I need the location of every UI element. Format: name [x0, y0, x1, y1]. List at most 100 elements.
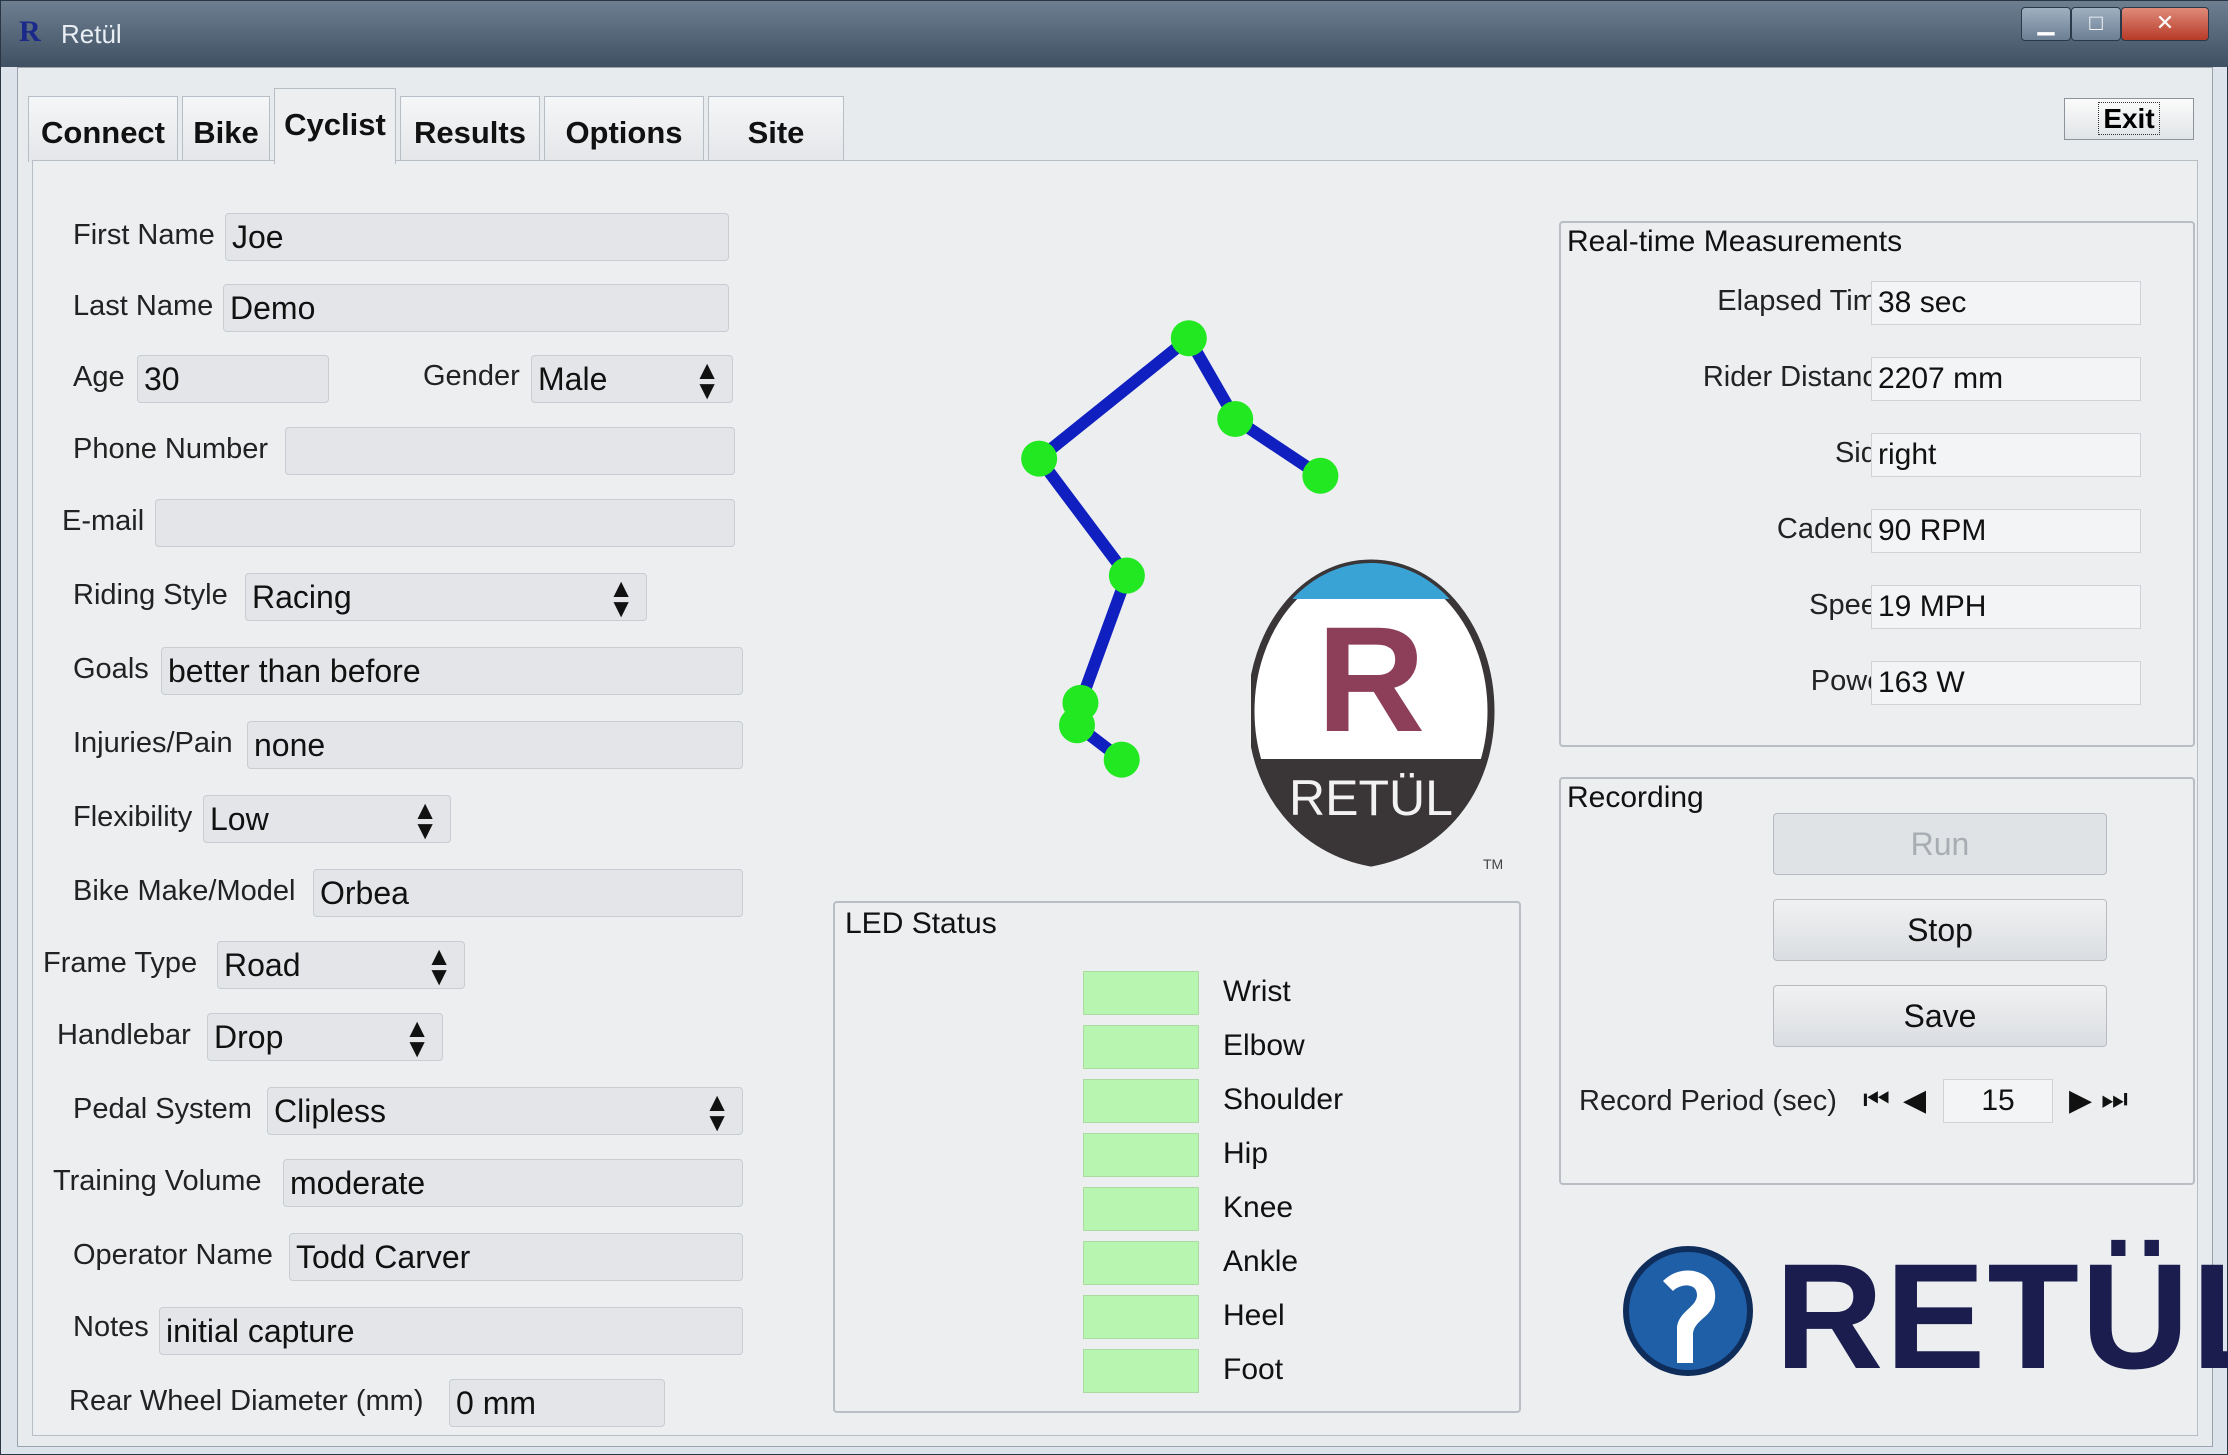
rear-wheel-field[interactable]: 0 mm — [449, 1379, 665, 1427]
goals-field[interactable]: better than before — [161, 647, 743, 695]
frame-type-value: Road — [224, 947, 301, 983]
notes-field[interactable]: initial capture — [159, 1307, 743, 1355]
operator-name-field[interactable]: Todd Carver — [289, 1233, 743, 1281]
retul-badge: R RETÜL TM — [1251, 559, 1503, 872]
riding-style-select[interactable]: Racing ▲ ▼ — [245, 573, 647, 621]
led-indicator — [1083, 1349, 1199, 1393]
skeleton-segment — [1035, 333, 1193, 464]
measurement-value: right — [1871, 433, 2141, 477]
stop-button[interactable]: Stop — [1773, 899, 2107, 961]
select-arrow-icon: ▲ ▼ — [426, 941, 452, 991]
goals-label: Goals — [73, 653, 149, 685]
record-period-field[interactable]: 15 — [1943, 1079, 2053, 1123]
flexibility-value: Low — [210, 801, 269, 837]
next-icon[interactable]: ▶ — [2069, 1083, 2092, 1118]
led-label: Wrist — [1223, 975, 1291, 1008]
led-label: Ankle — [1223, 1245, 1299, 1278]
badge-text: RETÜL — [1289, 770, 1453, 826]
injuries-field[interactable]: none — [247, 721, 743, 769]
led-label: Foot — [1223, 1353, 1284, 1386]
phone-label: Phone Number — [73, 433, 269, 465]
led-label: Hip — [1223, 1137, 1269, 1170]
prev-icon[interactable]: ◀ — [1903, 1083, 1926, 1118]
training-volume-label: Training Volume — [53, 1165, 262, 1197]
pedal-system-select[interactable]: Clipless ▲ ▼ — [267, 1087, 743, 1135]
led-label: Shoulder — [1223, 1083, 1344, 1116]
gender-value: Male — [538, 361, 608, 397]
last-name-field[interactable]: Demo — [223, 284, 729, 332]
app-window: R Retül ▁ □ ✕ Connect Bike Cyclist Resul… — [0, 0, 2228, 1455]
title-bar: R Retül ▁ □ ✕ — [1, 1, 2228, 67]
skeleton-segment — [1034, 455, 1132, 580]
skeleton-segment — [1074, 573, 1133, 705]
led-label: Elbow — [1223, 1029, 1305, 1062]
age-field[interactable]: 30 — [137, 355, 329, 403]
handlebar-select[interactable]: Drop ▲ ▼ — [207, 1013, 443, 1061]
led-indicator — [1083, 1295, 1199, 1339]
frame-type-label: Frame Type — [43, 947, 198, 979]
frame-type-select[interactable]: Road ▲ ▼ — [217, 941, 465, 989]
tab-connect[interactable]: Connect — [28, 96, 178, 162]
minimize-button[interactable]: ▁ — [2021, 7, 2071, 41]
led-indicator — [1083, 1187, 1199, 1231]
measurement-value: 2207 mm — [1871, 357, 2141, 401]
select-arrow-icon: ▲ ▼ — [608, 573, 634, 623]
select-arrow-icon: ▲ ▼ — [404, 1013, 430, 1063]
cyclist-panel: First Name Joe Last Name Demo Age 30 Gen… — [32, 160, 2228, 1436]
select-arrow-icon: ▲ ▼ — [412, 795, 438, 845]
skeleton-joint — [1108, 557, 1145, 594]
last-icon[interactable]: ⏭ — [2101, 1083, 2128, 1117]
measurement-value: 163 W — [1871, 661, 2141, 705]
gender-label: Gender — [423, 360, 520, 392]
email-field[interactable] — [155, 499, 735, 547]
led-label: Heel — [1223, 1299, 1285, 1332]
email-label: E-mail — [62, 505, 145, 537]
measurement-value: 19 MPH — [1871, 585, 2141, 629]
tab-cyclist[interactable]: Cyclist — [274, 88, 396, 164]
notes-label: Notes — [73, 1311, 149, 1343]
run-button[interactable]: Run — [1773, 813, 2107, 875]
first-name-label: First Name — [73, 219, 215, 251]
led-label: Knee — [1223, 1191, 1294, 1224]
skeleton-joint — [1170, 320, 1207, 357]
first-name-field[interactable]: Joe — [225, 213, 729, 261]
pedal-system-value: Clipless — [274, 1093, 387, 1129]
phone-field[interactable] — [285, 427, 735, 475]
led-indicator — [1083, 1241, 1199, 1285]
handlebar-value: Drop — [214, 1019, 284, 1055]
app-logo-icon: R — [19, 15, 41, 48]
injuries-label: Injuries/Pain — [73, 727, 233, 759]
window-title: Retül — [61, 19, 122, 49]
tab-bike[interactable]: Bike — [182, 96, 270, 162]
operator-name-label: Operator Name — [73, 1239, 273, 1271]
tab-results[interactable]: Results — [400, 96, 540, 162]
training-volume-field[interactable]: moderate — [283, 1159, 743, 1207]
led-indicator — [1083, 1079, 1199, 1123]
exit-button[interactable]: Exit — [2064, 98, 2194, 140]
retul-logo-text: RETÜL — [1775, 1232, 2228, 1400]
riding-style-label: Riding Style — [73, 579, 228, 611]
badge-letter: R — [1317, 595, 1425, 763]
close-button[interactable]: ✕ — [2121, 7, 2209, 41]
exit-label: Exit — [2098, 102, 2160, 135]
tab-site[interactable]: Site — [708, 96, 844, 162]
gender-select[interactable]: Male ▲ ▼ — [531, 355, 733, 403]
bike-make-field[interactable]: Orbea — [313, 869, 743, 917]
measurement-label: Elapsed Time — [1717, 285, 1893, 317]
tab-options[interactable]: Options — [544, 96, 704, 162]
maximize-button[interactable]: □ — [2071, 7, 2121, 41]
measurement-label: Rider Distance — [1702, 361, 1893, 393]
save-button[interactable]: Save — [1773, 985, 2107, 1047]
skeleton-joint — [1021, 440, 1058, 477]
badge-tm: TM — [1483, 856, 1503, 872]
age-label: Age — [73, 361, 125, 393]
handlebar-label: Handlebar — [57, 1019, 191, 1051]
badge-top-band — [1251, 563, 1491, 599]
first-icon[interactable]: ⏮ — [1863, 1083, 1890, 1117]
skeleton-joint — [1059, 707, 1095, 744]
flexibility-select[interactable]: Low ▲ ▼ — [203, 795, 451, 843]
realtime-title: Real-time Measurements — [1563, 225, 1907, 259]
skeleton-joint — [1302, 457, 1339, 494]
client-area: Connect Bike Cyclist Results Options Sit… — [17, 67, 2228, 1447]
select-arrow-icon: ▲ ▼ — [694, 355, 720, 405]
